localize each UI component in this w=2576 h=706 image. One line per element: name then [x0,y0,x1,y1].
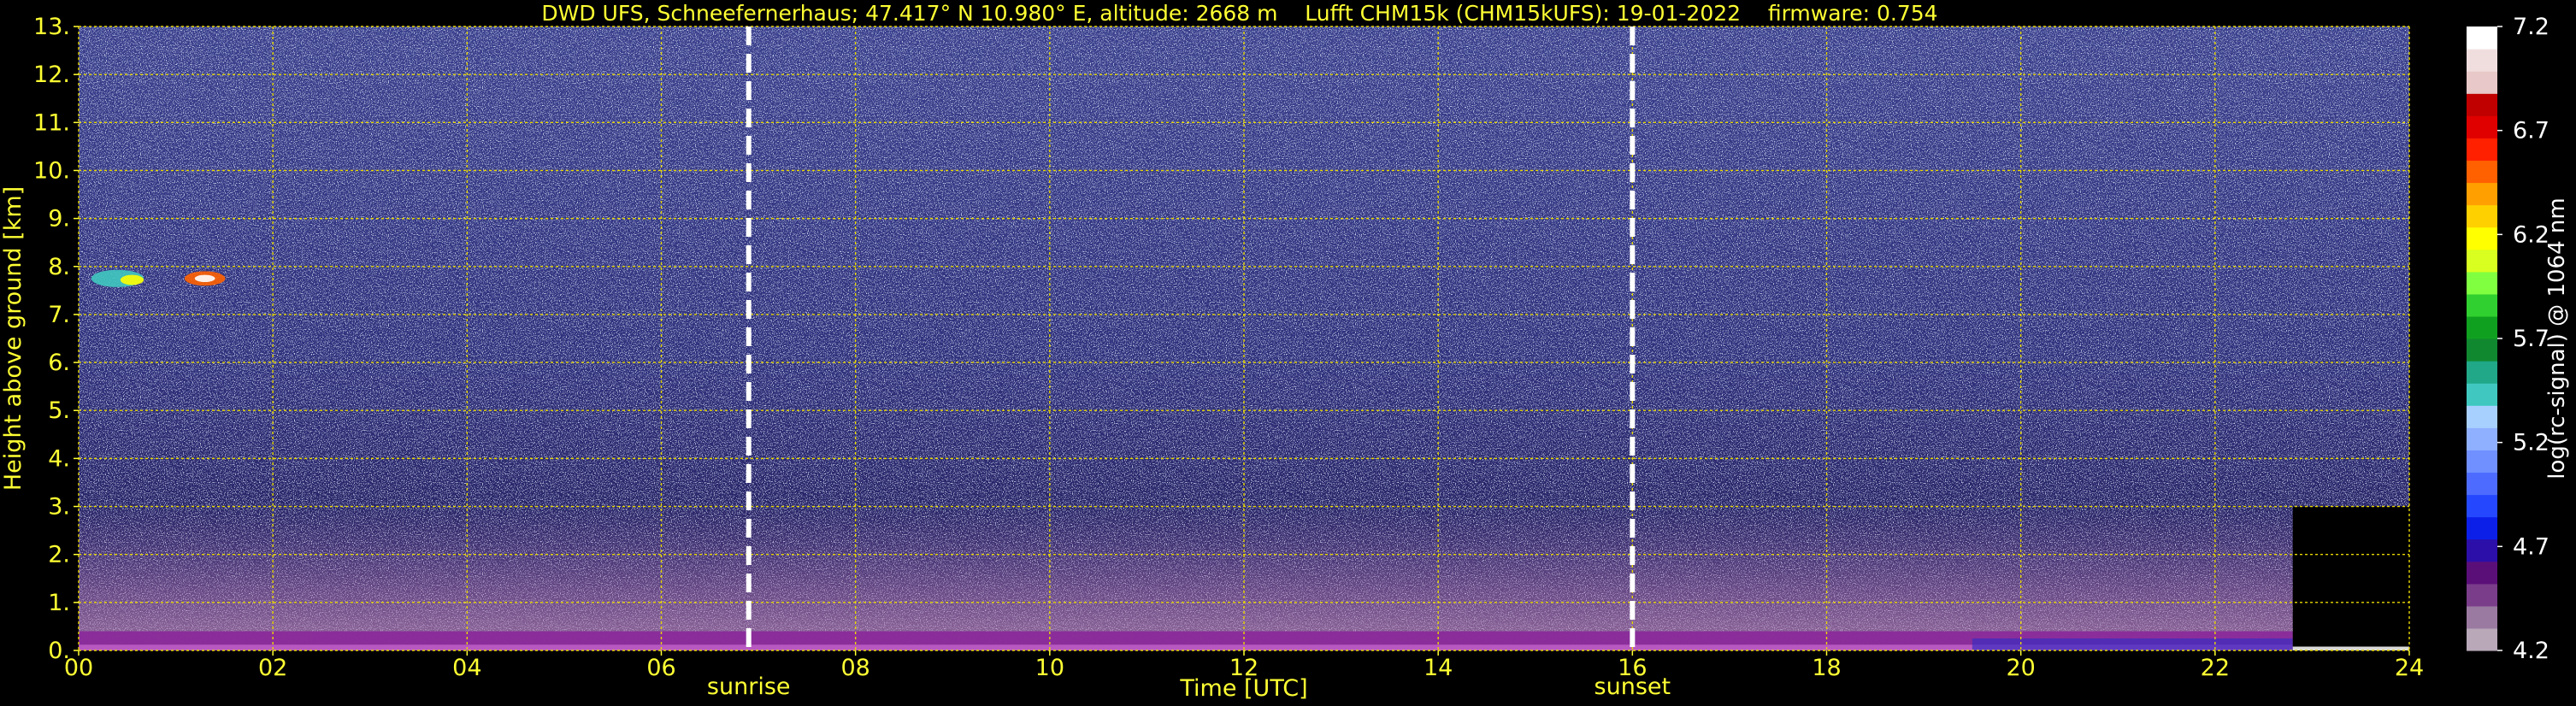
colorbar-segment [2467,450,2497,474]
colorbar-segment [2467,71,2497,94]
y-tick-label: 7. [48,302,70,328]
x-tick-label: 02 [258,655,287,681]
x-tick-label: 24 [2395,655,2424,681]
y-tick-label: 12. [33,62,70,88]
colorbar-tick-label: 6.7 [2513,118,2549,144]
colorbar-segment [2467,627,2497,651]
colorbar-segment [2467,361,2497,384]
feature-cirrus-b-core [194,274,215,283]
colorbar-segment [2467,338,2497,362]
colorbar-segment [2467,516,2497,540]
y-tick-label: 6. [48,350,70,376]
colorbar-segment [2467,561,2497,585]
colorbar [2467,26,2497,651]
x-tick-label: 06 [646,655,675,681]
x-axis-ticks: 00 02 04 06 08 10 12 14 16 18 20 22 24 [64,650,2424,681]
colorbar-segment [2467,204,2497,228]
colorbar-segment [2467,427,2497,450]
y-tick-label: 2. [48,542,70,568]
colorbar-tick-label: 4.2 [2513,638,2549,664]
y-tick-label: 13. [33,14,70,40]
chart-title: DWD UFS, Schneefernerhaus; 47.417° N 10.… [541,1,1937,26]
feature-boundary-layer-core [79,644,2293,650]
x-tick-label: 08 [840,655,869,681]
x-tick-label: 04 [452,655,481,681]
y-axis-ticks: 0. 1. 2. 3. 4. 5. 6. 7. 8. 9. 10. 11. 12. 13. [33,14,79,664]
event-label-sunrise: sunrise [707,674,791,700]
x-tick-label: 14 [1424,655,1453,681]
colorbar-tick-label: 4.7 [2513,533,2549,560]
y-tick-label: 9. [48,206,70,232]
colorbar-segment [2467,26,2497,50]
colorbar-segment [2467,538,2497,562]
colorbar-segment [2467,182,2497,206]
colorbar-segment [2467,583,2497,607]
y-tick-label: 1. [48,590,70,616]
colorbar-label: log(rc-signal) @ 1064 nm [2544,197,2570,479]
colorbar-segment [2467,472,2497,496]
y-axis-label: Height above ground [km] [0,186,27,491]
colorbar-segment [2467,249,2497,273]
y-tick-label: 10. [33,157,70,184]
colorbar-tick-label: 7.2 [2513,14,2549,40]
feature-low-signal-block [2292,506,2409,650]
ceilometer-chart: DWD UFS, Schneefernerhaus; 47.417° N 10.… [0,1,2570,702]
colorbar-segment [2467,405,2497,428]
colorbar-segment [2467,115,2497,138]
y-tick-label: 8. [48,254,70,280]
colorbar-segment [2467,138,2497,162]
colorbar-segment [2467,271,2497,295]
y-tick-label: 11. [33,109,70,136]
colorbar-segment [2467,293,2497,317]
colorbar-segment [2467,227,2497,250]
y-tick-label: 3. [48,494,70,521]
colorbar-segment [2467,93,2497,116]
y-tick-label: 0. [48,638,70,664]
x-tick-label: 22 [2201,655,2230,681]
colorbar-segment [2467,49,2497,72]
x-tick-label: 10 [1035,655,1064,681]
colorbar-segment [2467,605,2497,629]
x-tick-label: 12 [1229,655,1259,681]
colorbar-ticks: 4.24.75.25.76.26.77.2 [2497,14,2549,664]
y-tick-label: 5. [48,397,70,424]
x-tick-label: 18 [1812,655,1841,681]
feature-cirrus-a-core [120,274,144,285]
event-label-sunset: sunset [1595,674,1671,700]
colorbar-segment [2467,383,2497,406]
x-tick-label: 20 [2006,655,2035,681]
colorbar-segment [2467,494,2497,518]
y-tick-label: 4. [48,445,70,472]
plot-area [78,26,2410,651]
colorbar-segment [2467,315,2497,339]
colorbar-segment [2467,160,2497,184]
